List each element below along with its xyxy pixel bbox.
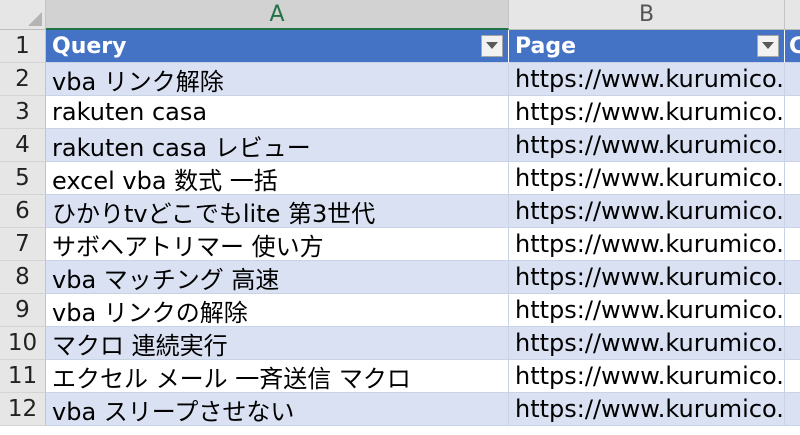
- row-number[interactable]: 8: [0, 261, 46, 294]
- row-number[interactable]: 12: [0, 393, 46, 426]
- page-cell[interactable]: https://www.kurumico.c: [509, 129, 785, 162]
- column-c-cell[interactable]: [785, 393, 800, 426]
- page-cell[interactable]: https://www.kurumico.c: [509, 63, 785, 96]
- row-number[interactable]: 9: [0, 294, 46, 327]
- query-filter-button[interactable]: [481, 35, 503, 57]
- column-c-cell[interactable]: [785, 294, 800, 327]
- next-header-cell[interactable]: C: [785, 30, 800, 63]
- page-cell[interactable]: https://www.kurumico.c: [509, 360, 785, 393]
- column-c-cell[interactable]: [785, 360, 800, 393]
- page-cell[interactable]: https://www.kurumico.c: [509, 294, 785, 327]
- column-c-cell[interactable]: [785, 162, 800, 195]
- column-c-cell[interactable]: [785, 261, 800, 294]
- page-cell[interactable]: https://www.kurumico.c: [509, 327, 785, 360]
- dropdown-arrow-icon: [762, 42, 774, 49]
- table-row: 3 rakuten casa https://www.kurumico.c: [0, 96, 800, 129]
- table-row: 2 vba リンク解除 https://www.kurumico.c: [0, 63, 800, 96]
- page-cell[interactable]: https://www.kurumico.c: [509, 261, 785, 294]
- column-c-cell[interactable]: [785, 195, 800, 228]
- column-header-c[interactable]: [785, 0, 800, 30]
- row-number[interactable]: 10: [0, 327, 46, 360]
- page-cell[interactable]: https://www.kurumico.c: [509, 195, 785, 228]
- page-header-cell[interactable]: Page: [509, 30, 785, 63]
- table-row: 6 ひかりtvどこでもlite 第3世代 https://www.kurumic…: [0, 195, 800, 228]
- row-number[interactable]: 7: [0, 228, 46, 261]
- column-header-a[interactable]: A: [46, 0, 509, 30]
- table-row: 4 rakuten casa レビュー https://www.kurumico…: [0, 129, 800, 162]
- table-row: 11 エクセル メール 一斉送信 マクロ https://www.kurumic…: [0, 360, 800, 393]
- column-c-cell[interactable]: [785, 228, 800, 261]
- query-cell[interactable]: vba リンク解除: [46, 63, 509, 96]
- query-cell[interactable]: サボヘアトリマー 使い方: [46, 228, 509, 261]
- query-header-cell[interactable]: Query: [46, 30, 509, 63]
- row-number[interactable]: 3: [0, 96, 46, 129]
- spreadsheet-grid: A B 1 Query Page C 2 vba リンク解除 https://w…: [0, 0, 800, 435]
- column-c-cell[interactable]: [785, 63, 800, 96]
- next-header-label: C: [789, 34, 800, 59]
- table-row: 5 excel vba 数式 一括 https://www.kurumico.c: [0, 162, 800, 195]
- select-all-corner[interactable]: [0, 0, 46, 30]
- row-number[interactable]: 1: [0, 30, 46, 63]
- page-cell[interactable]: https://www.kurumico.c: [509, 96, 785, 129]
- row-number[interactable]: 2: [0, 63, 46, 96]
- query-cell[interactable]: エクセル メール 一斉送信 マクロ: [46, 360, 509, 393]
- query-cell[interactable]: rakuten casa: [46, 96, 509, 129]
- dropdown-arrow-icon: [486, 42, 498, 49]
- table-row: 9 vba リンクの解除 https://www.kurumico.c: [0, 294, 800, 327]
- table-row: 8 vba マッチング 高速 https://www.kurumico.c: [0, 261, 800, 294]
- query-cell[interactable]: vba スリープさせない: [46, 393, 509, 426]
- query-header-label: Query: [52, 33, 127, 59]
- column-c-cell[interactable]: [785, 129, 800, 162]
- page-cell[interactable]: https://www.kurumico.c: [509, 228, 785, 261]
- query-cell[interactable]: ひかりtvどこでもlite 第3世代: [46, 195, 509, 228]
- table-row: 12 vba スリープさせない https://www.kurumico.c: [0, 393, 800, 426]
- page-cell[interactable]: https://www.kurumico.c: [509, 393, 785, 426]
- query-cell[interactable]: vba マッチング 高速: [46, 261, 509, 294]
- row-number[interactable]: 4: [0, 129, 46, 162]
- query-cell[interactable]: rakuten casa レビュー: [46, 129, 509, 162]
- row-number[interactable]: 6: [0, 195, 46, 228]
- table-row: 7 サボヘアトリマー 使い方 https://www.kurumico.c: [0, 228, 800, 261]
- column-header-row: A B: [0, 0, 800, 30]
- table-row: 10 マクロ 連続実行 https://www.kurumico.c: [0, 327, 800, 360]
- query-cell[interactable]: vba リンクの解除: [46, 294, 509, 327]
- select-all-triangle-icon: [28, 12, 42, 26]
- page-cell[interactable]: https://www.kurumico.c: [509, 162, 785, 195]
- page-header-label: Page: [515, 33, 577, 59]
- column-c-cell[interactable]: [785, 96, 800, 129]
- query-cell[interactable]: excel vba 数式 一括: [46, 162, 509, 195]
- table-header-row: 1 Query Page C: [0, 30, 800, 63]
- row-number[interactable]: 11: [0, 360, 46, 393]
- column-header-b[interactable]: B: [509, 0, 785, 30]
- column-c-cell[interactable]: [785, 327, 800, 360]
- page-filter-button[interactable]: [757, 35, 779, 57]
- row-number[interactable]: 5: [0, 162, 46, 195]
- query-cell[interactable]: マクロ 連続実行: [46, 327, 509, 360]
